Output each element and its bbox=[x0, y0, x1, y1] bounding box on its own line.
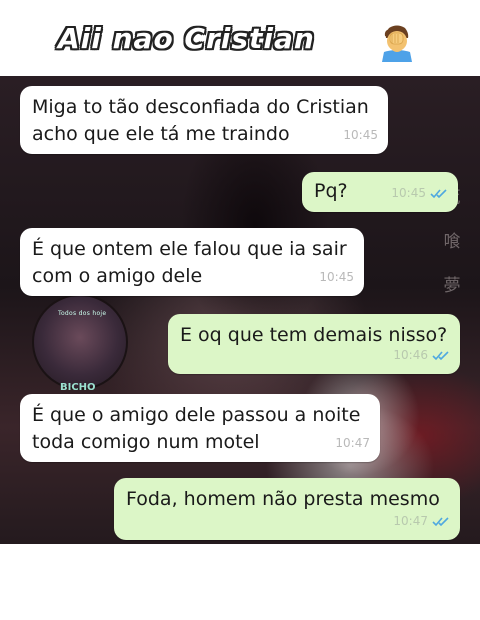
message-meta: 10:45 bbox=[391, 180, 448, 207]
incoming-message-bubble[interactable]: Miga to tão desconfiada do Cristian acho… bbox=[20, 86, 388, 154]
incoming-message-bubble[interactable]: É que o amigo dele passou a noite toda c… bbox=[20, 394, 380, 462]
message-time: 10:46 bbox=[393, 348, 428, 362]
facepalm-emoji-icon bbox=[382, 25, 412, 62]
kanji-char: 喰 bbox=[443, 232, 461, 252]
message-time: 10:47 bbox=[393, 514, 428, 528]
message-text: É que ontem ele falou que ia sair com o … bbox=[32, 238, 347, 287]
kanji-char: 夢 bbox=[443, 276, 461, 296]
chat-screenshot: 死 喰 夢 Todos dos hoje BICHO Miga to tão d… bbox=[0, 76, 480, 544]
message-time: 10:47 bbox=[335, 436, 370, 450]
double-check-icon bbox=[432, 517, 449, 527]
outgoing-message-bubble[interactable]: E oq que tem demais nisso? 10:46 bbox=[168, 314, 460, 374]
message-meta: 10:45 bbox=[319, 264, 354, 291]
message-text: É que o amigo dele passou a noite toda c… bbox=[32, 404, 361, 453]
message-time: 10:45 bbox=[319, 270, 354, 284]
message-meta: 10:47 bbox=[393, 508, 450, 535]
message-meta: 10:45 bbox=[343, 122, 378, 149]
bottom-whitespace bbox=[0, 544, 480, 620]
meme-title: Aii nao Cristian bbox=[58, 22, 315, 55]
double-check-icon bbox=[430, 189, 447, 199]
message-meta: 10:46 bbox=[393, 342, 450, 369]
message-meta: 10:47 bbox=[335, 430, 370, 457]
avatar-name: BICHO bbox=[60, 382, 96, 393]
avatar-caption: Todos dos hoje bbox=[58, 310, 107, 317]
avatar bbox=[32, 294, 128, 390]
incoming-message-bubble[interactable]: É que ontem ele falou que ia sair com o … bbox=[20, 228, 364, 296]
outgoing-message-bubble[interactable]: Foda, homem não presta mesmo 10:47 bbox=[114, 478, 460, 540]
message-text: Miga to tão desconfiada do Cristian acho… bbox=[32, 96, 369, 145]
meme-header: Aii nao Cristian bbox=[0, 0, 480, 76]
message-time: 10:45 bbox=[391, 186, 426, 200]
double-check-icon bbox=[432, 351, 449, 361]
message-time: 10:45 bbox=[343, 128, 378, 142]
outgoing-message-bubble[interactable]: Pq? 10:45 bbox=[302, 172, 458, 212]
